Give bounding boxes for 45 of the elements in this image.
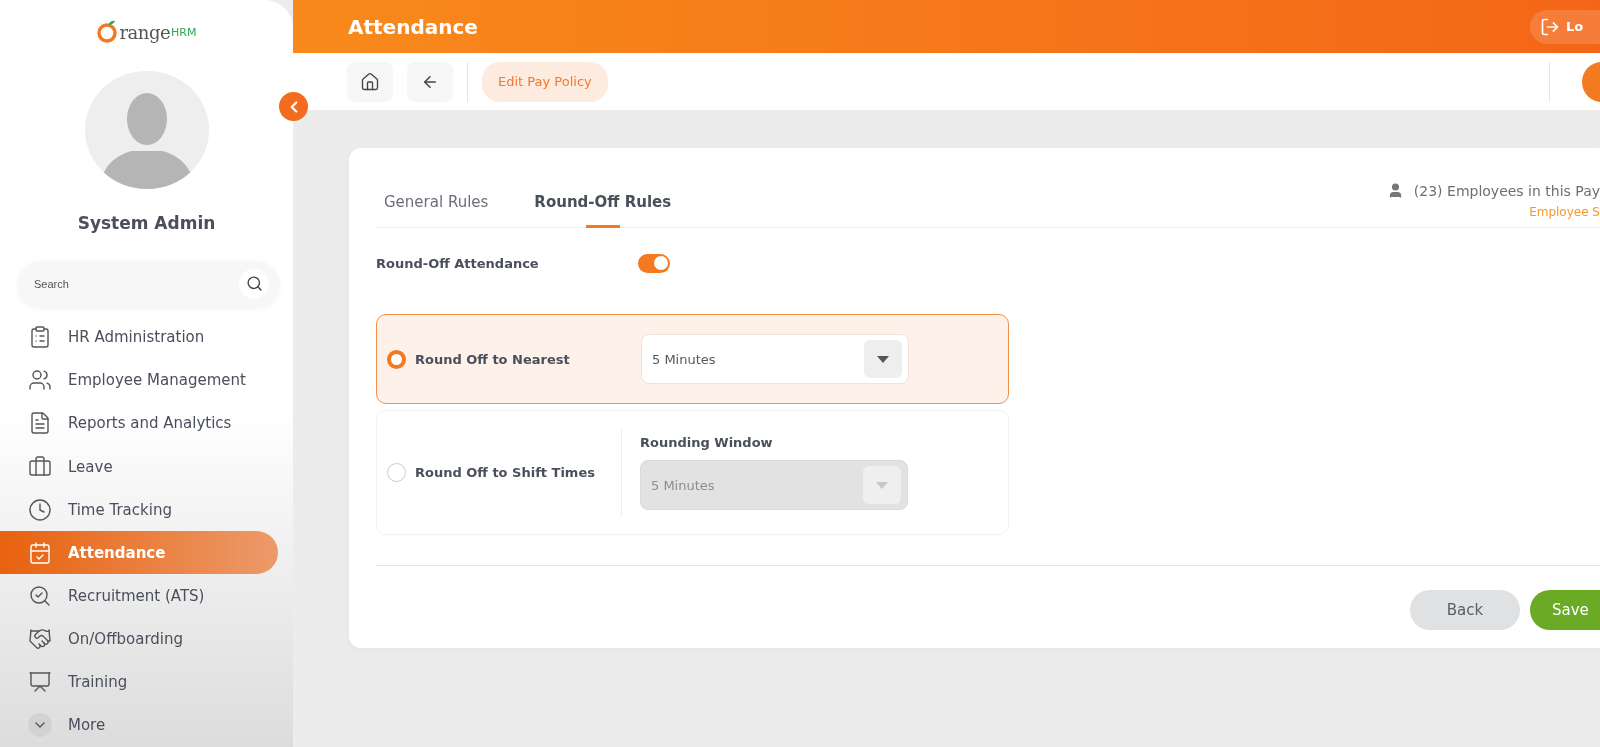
search-button[interactable] <box>239 268 269 299</box>
nav-item[interactable]: On/Offboarding <box>0 617 278 661</box>
nav-item[interactable]: Leave <box>0 445 278 489</box>
fruit-icon <box>96 18 119 43</box>
nav-item[interactable]: HR Administration <box>0 315 278 359</box>
employee-count: (23) Employees in this Pay <box>1413 182 1600 199</box>
logo-text: range <box>119 21 171 43</box>
nav-icon <box>28 368 52 393</box>
user-name: System Admin <box>76 213 217 234</box>
radio-button[interactable] <box>387 349 406 369</box>
tab[interactable]: General Rules <box>376 193 497 227</box>
search-input[interactable]: Search <box>32 276 239 291</box>
nav-item[interactable]: Recruitment (ATS) <box>0 574 278 618</box>
option-label: Round Off to Shift Times <box>415 465 596 480</box>
page-title: Attendance <box>348 14 478 39</box>
logo-suffix: HRM <box>171 25 197 39</box>
search-icon <box>245 275 263 292</box>
toggle-label: Round-Off Attendance <box>376 255 540 271</box>
nav-icon <box>28 411 52 436</box>
nav-icon <box>28 540 52 565</box>
nav-icon <box>28 627 52 652</box>
logout-icon <box>1540 16 1560 37</box>
nav-icon <box>28 497 52 522</box>
nav-item[interactable]: Reports and Analytics <box>0 401 278 445</box>
caret-icon <box>877 355 889 363</box>
tab[interactable]: Round-Off Rules <box>526 193 680 227</box>
nav-item[interactable]: Employee Management <box>0 358 278 402</box>
nav-item[interactable]: Time Tracking <box>0 488 278 532</box>
nav-item[interactable]: More <box>0 703 278 747</box>
dropdown-field[interactable]: 5 Minutes <box>641 334 909 384</box>
home-icon <box>360 71 380 92</box>
radio-button[interactable] <box>387 463 406 482</box>
nav-item[interactable]: Training <box>0 660 278 704</box>
search-field[interactable]: Search <box>18 261 279 306</box>
toggle-switch[interactable] <box>638 253 670 273</box>
caret-icon <box>876 481 888 489</box>
home-button[interactable] <box>347 61 393 102</box>
nav-icon <box>28 454 52 479</box>
option-label: Round Off to Nearest <box>415 351 571 367</box>
chevron-down-icon <box>28 713 52 738</box>
nav-icon <box>28 325 52 350</box>
nav-icon <box>28 583 52 608</box>
field-label: Rounding Window <box>640 435 774 450</box>
back-arrow-button[interactable] <box>407 61 453 102</box>
back-button[interactable]: Back <box>1410 590 1520 630</box>
